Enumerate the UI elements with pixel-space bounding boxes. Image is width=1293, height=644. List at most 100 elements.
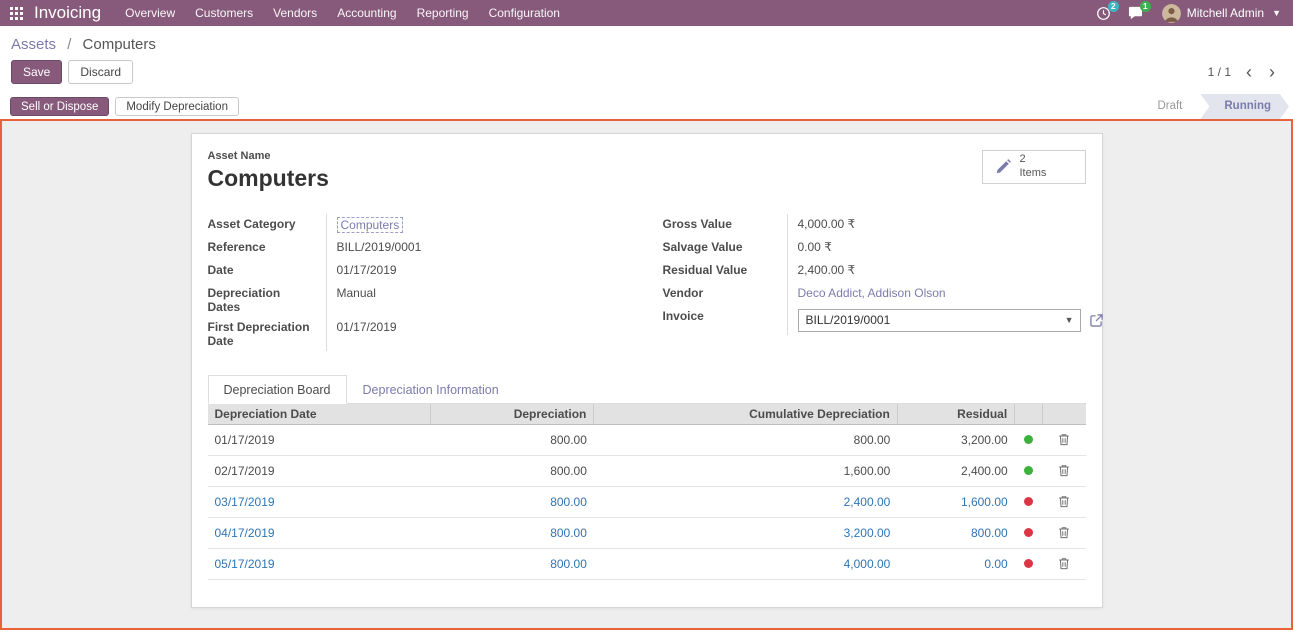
menu-item-accounting[interactable]: Accounting <box>327 0 406 26</box>
field-value: 01/17/2019 <box>326 260 647 283</box>
depreciation-board-table: Depreciation DateDepreciationCumulative … <box>208 404 1086 580</box>
tab-depreciation-board[interactable]: Depreciation Board <box>208 375 347 404</box>
status-dot <box>1024 559 1033 568</box>
trash-icon[interactable] <box>1054 431 1074 448</box>
trash-icon[interactable] <box>1054 462 1074 479</box>
cell-delete <box>1043 548 1086 579</box>
field-label: Depreciation Dates <box>208 283 326 317</box>
pager-counter: 1 / 1 <box>1208 65 1231 79</box>
depreciation-row[interactable]: 04/17/2019800.003,200.00800.00 <box>208 517 1086 548</box>
field-label: Salvage Value <box>663 237 787 260</box>
invoice-field: BILL/2019/0001▼ <box>798 309 1103 332</box>
apps-grid-icon <box>10 7 23 20</box>
top-navbar: Invoicing OverviewCustomersVendorsAccoun… <box>0 0 1293 26</box>
right-field-group: Gross Value4,000.00 ₹Salvage Value0.00 ₹… <box>647 214 1086 351</box>
status-dot <box>1024 528 1033 537</box>
app-title[interactable]: Invoicing <box>32 3 115 23</box>
cell-depreciation: 800.00 <box>430 548 594 579</box>
asset-title-block: Asset Name Computers <box>208 150 329 192</box>
depreciation-row[interactable]: 05/17/2019800.004,000.000.00 <box>208 548 1086 579</box>
trash-icon[interactable] <box>1054 493 1074 510</box>
breadcrumb-assets[interactable]: Assets <box>11 36 56 53</box>
field-vendor: VendorDeco Addict, Addison Olson <box>663 283 1086 306</box>
menu-item-configuration[interactable]: Configuration <box>479 0 570 26</box>
items-stat-button[interactable]: 2 Items <box>982 150 1086 184</box>
cell-residual: 3,200.00 <box>897 424 1014 455</box>
field-value: 2,400.00 ₹ <box>787 260 1086 283</box>
cell-date: 04/17/2019 <box>208 517 431 548</box>
save-button[interactable]: Save <box>11 60 62 84</box>
modify-depreciation-button[interactable]: Modify Depreciation <box>115 97 239 116</box>
column-header-depreciation[interactable]: Depreciation <box>430 404 594 424</box>
depreciation-row[interactable]: 02/17/2019800.001,600.002,400.00 <box>208 455 1086 486</box>
menu-item-customers[interactable]: Customers <box>185 0 263 26</box>
cell-residual: 2,400.00 <box>897 455 1014 486</box>
field-asset-category: Asset CategoryComputers <box>208 214 647 237</box>
pager: 1 / 1 ‹ › <box>1208 63 1277 81</box>
cell-delete <box>1043 517 1086 548</box>
field-value: Manual <box>326 283 647 317</box>
field-gross-value: Gross Value4,000.00 ₹ <box>663 214 1086 237</box>
menu-item-reporting[interactable]: Reporting <box>407 0 479 26</box>
menu-item-overview[interactable]: Overview <box>115 0 185 26</box>
main-menu: OverviewCustomersVendorsAccountingReport… <box>115 0 570 26</box>
items-stat-text: 2 Items <box>1020 153 1047 181</box>
breadcrumb-current: Computers <box>83 36 156 53</box>
discard-button[interactable]: Discard <box>68 60 133 84</box>
cell-status <box>1015 486 1043 517</box>
sell-or-dispose-button[interactable]: Sell or Dispose <box>10 97 109 116</box>
cell-date: 03/17/2019 <box>208 486 431 517</box>
cell-depreciation: 800.00 <box>430 517 594 548</box>
invoicing-app: Invoicing OverviewCustomersVendorsAccoun… <box>0 0 1293 630</box>
column-header-depreciation-date[interactable]: Depreciation Date <box>208 404 431 424</box>
external-link-icon[interactable] <box>1090 314 1103 327</box>
asset-category-link[interactable]: Computers <box>337 217 404 233</box>
activities-button[interactable]: 2 <box>1088 0 1120 26</box>
trash-icon[interactable] <box>1054 555 1074 572</box>
cell-depreciation: 800.00 <box>430 424 594 455</box>
column-header-delete <box>1043 404 1086 424</box>
tab-depreciation-information[interactable]: Depreciation Information <box>347 375 515 404</box>
field-reference: ReferenceBILL/2019/0001 <box>208 237 647 260</box>
cell-status <box>1015 517 1043 548</box>
field-date: Date01/17/2019 <box>208 260 647 283</box>
user-menu[interactable]: Mitchell Admin ▼ <box>1152 4 1285 23</box>
column-header-cumulative-depreciation[interactable]: Cumulative Depreciation <box>594 404 897 424</box>
field-value: 01/17/2019 <box>326 317 647 351</box>
control-panel: Save Discard 1 / 1 ‹ › <box>0 57 1293 94</box>
messages-button[interactable]: 1 <box>1120 0 1152 26</box>
chevron-down-icon: ▼ <box>1272 8 1281 18</box>
vendor-link[interactable]: Deco Addict, Addison Olson <box>798 286 946 300</box>
column-header-residual[interactable]: Residual <box>897 404 1014 424</box>
field-label: First Depreciation Date <box>208 317 326 351</box>
cell-residual: 1,600.00 <box>897 486 1014 517</box>
pager-previous-icon[interactable]: ‹ <box>1244 63 1254 81</box>
status-running[interactable]: Running <box>1200 94 1289 119</box>
notebook-tabs: Depreciation BoardDepreciation Informati… <box>208 375 1086 404</box>
menu-item-vendors[interactable]: Vendors <box>263 0 327 26</box>
avatar <box>1162 4 1181 23</box>
field-groups: Asset CategoryComputersReferenceBILL/201… <box>208 214 1086 351</box>
field-value: Deco Addict, Addison Olson <box>787 283 1086 306</box>
field-value: BILL/2019/0001▼ <box>787 306 1103 335</box>
cell-delete <box>1043 455 1086 486</box>
pencil-icon <box>995 159 1011 175</box>
pager-next-icon[interactable]: › <box>1267 63 1277 81</box>
cell-date: 01/17/2019 <box>208 424 431 455</box>
apps-menu-button[interactable] <box>0 0 32 26</box>
field-label: Date <box>208 260 326 283</box>
depreciation-row[interactable]: 01/17/2019800.00800.003,200.00 <box>208 424 1086 455</box>
field-value: BILL/2019/0001 <box>326 237 647 260</box>
depreciation-row[interactable]: 03/17/2019800.002,400.001,600.00 <box>208 486 1086 517</box>
field-residual-value: Residual Value2,400.00 ₹ <box>663 260 1086 283</box>
status-dot <box>1024 435 1033 444</box>
field-label: Reference <box>208 237 326 260</box>
trash-icon[interactable] <box>1054 524 1074 541</box>
status-pipeline: DraftRunning <box>1133 94 1293 119</box>
status-draft[interactable]: Draft <box>1133 94 1200 119</box>
cell-depreciation: 800.00 <box>430 486 594 517</box>
cell-cumulative: 4,000.00 <box>594 548 897 579</box>
status-dot <box>1024 497 1033 506</box>
invoice-combobox[interactable]: BILL/2019/0001▼ <box>798 309 1081 332</box>
form-view: Asset Name Computers 2 Items Asset Categ… <box>0 119 1293 630</box>
